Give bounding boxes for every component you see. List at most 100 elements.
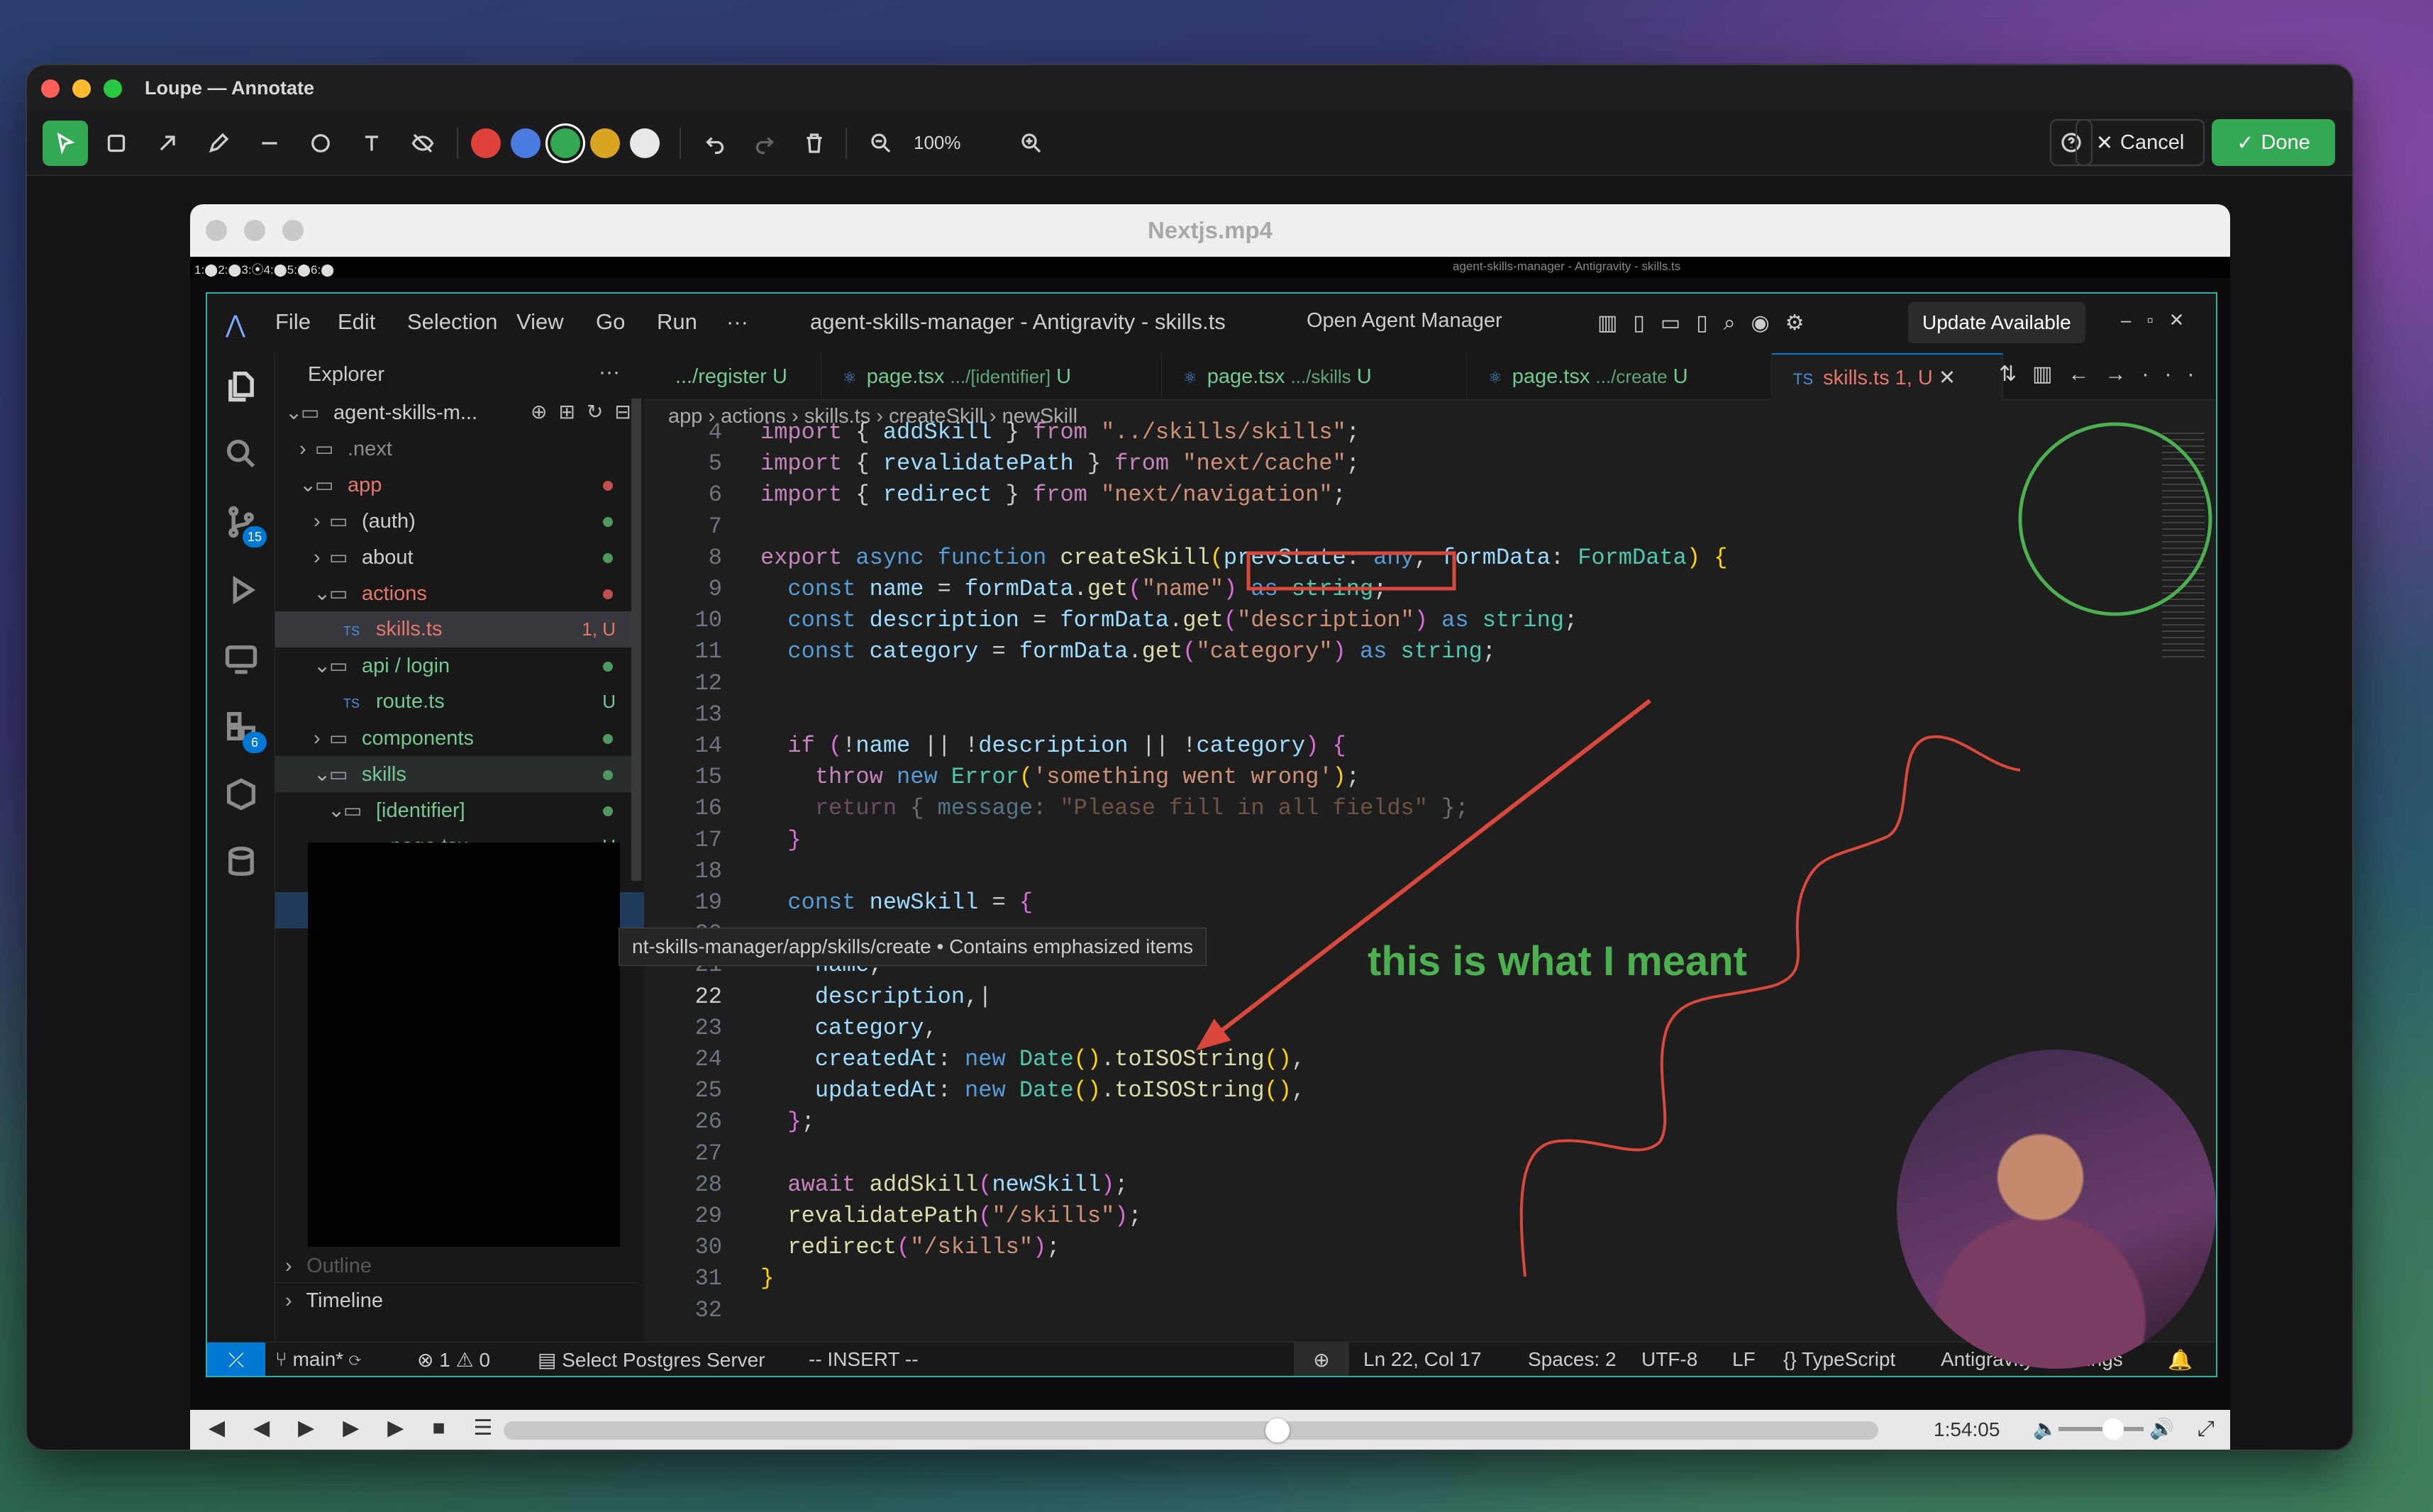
db-status[interactable]: ▤ Select Postgres Server	[538, 1348, 765, 1372]
folder-item[interactable]: ⌄▭ [identifier]	[275, 792, 637, 828]
folder-item[interactable]: › ▭ about	[275, 539, 637, 575]
remote-indicator-icon[interactable]: ⤫	[207, 1343, 265, 1376]
menu-go[interactable]: Go	[596, 309, 625, 335]
menu-file[interactable]: File	[275, 309, 311, 335]
volume-slider[interactable]	[2058, 1427, 2144, 1431]
zoom-dot[interactable]	[104, 79, 122, 98]
update-available-button[interactable]: Update Available	[1908, 302, 2085, 343]
arrow-tool[interactable]	[145, 121, 190, 166]
color-green-swatch[interactable]	[550, 128, 580, 158]
code-line[interactable]: if (!name || !description || !category) …	[760, 730, 1346, 762]
tab-close-icon[interactable]: ✕	[1933, 367, 1956, 389]
code-line[interactable]: await addSkill(newSkill);	[760, 1169, 1128, 1201]
editor-tab[interactable]: ⚛ page.tsx .../create U	[1467, 353, 1772, 400]
cursor-position[interactable]: Ln 22, Col 17	[1363, 1348, 1482, 1371]
editor-tab[interactable]: ⚛ page.tsx .../skills U	[1162, 353, 1467, 400]
fullscreen-icon[interactable]: ⤢	[2198, 1417, 2215, 1441]
code-line[interactable]: return { message: "Please fill in all fi…	[760, 793, 1469, 824]
run-debug-icon[interactable]	[223, 572, 260, 608]
open-agent-manager-button[interactable]: Open Agent Manager	[1307, 309, 1502, 333]
branch-status[interactable]: ⑂ main* ⟳	[275, 1348, 361, 1371]
folder-item[interactable]: › ▭ .next	[275, 430, 637, 467]
bell-icon[interactable]: 🔔	[2168, 1348, 2193, 1372]
search-icon[interactable]	[223, 435, 260, 472]
eol[interactable]: LF	[1732, 1348, 1756, 1371]
code-line[interactable]: createdAt: new Date().toISOString(),	[760, 1044, 1305, 1075]
annotation-text[interactable]: this is what I meant	[1368, 938, 1747, 985]
text-tool[interactable]	[349, 121, 394, 166]
zoom-in-icon[interactable]	[1009, 121, 1054, 166]
seek-handle[interactable]	[1265, 1418, 1290, 1442]
more-actions-icon[interactable]: ···	[599, 360, 620, 384]
color-red-swatch[interactable]	[471, 128, 501, 158]
rectangle-tool[interactable]	[94, 121, 139, 166]
folder-item[interactable]: ⌄▭ actions	[275, 575, 637, 611]
folder-item[interactable]: ⌄▭ app	[275, 467, 637, 503]
timeline-section[interactable]: › Timeline	[275, 1282, 637, 1318]
code-line[interactable]: category,	[760, 1013, 938, 1044]
code-line[interactable]: }	[760, 825, 801, 856]
ellipse-tool[interactable]	[298, 121, 343, 166]
zoom-out-icon[interactable]	[858, 121, 904, 166]
sidebar-scrollbar[interactable]	[631, 399, 641, 881]
database-icon[interactable]	[223, 844, 260, 881]
remote-explorer-icon[interactable]	[223, 640, 260, 677]
folder-item[interactable]: ⌄▭ skills	[275, 756, 637, 792]
trash-icon[interactable]	[792, 121, 837, 166]
seek-bar[interactable]	[504, 1421, 1878, 1440]
code-line[interactable]: };	[760, 1106, 814, 1138]
code-line[interactable]: }	[760, 1263, 774, 1294]
select-tool[interactable]	[43, 121, 88, 166]
volume-handle[interactable]	[2102, 1418, 2124, 1440]
redact-tool[interactable]	[400, 121, 445, 166]
outline-section[interactable]: › Outline	[275, 1248, 637, 1284]
playback-buttons[interactable]: ◀◀▶▶▶■☰	[209, 1416, 521, 1440]
minimap[interactable]	[2162, 433, 2205, 660]
menu-selection[interactable]: Selection	[407, 309, 498, 335]
menu-edit[interactable]: Edit	[338, 309, 375, 335]
pen-tool[interactable]	[196, 121, 241, 166]
folder-item[interactable]: ⌄▭ api / login	[275, 647, 637, 684]
window-controls[interactable]: –▫✕	[2121, 309, 2200, 331]
explorer-icon[interactable]	[223, 367, 260, 404]
close-dot[interactable]	[41, 79, 60, 98]
editor-tab[interactable]: .../register U	[644, 353, 821, 400]
color-blue-swatch[interactable]	[511, 128, 541, 158]
editor-actions[interactable]: ⇅▥←→···	[1999, 362, 2210, 387]
line-tool[interactable]	[247, 121, 292, 166]
color-white-swatch[interactable]	[630, 128, 660, 158]
zoom-status-icon[interactable]: ⊕	[1294, 1343, 1349, 1376]
minimize-dot[interactable]	[72, 79, 91, 98]
code-line[interactable]: const description = formData.get("descri…	[760, 605, 1578, 636]
code-line[interactable]: const category = formData.get("category"…	[760, 636, 1496, 667]
language-mode[interactable]: {} TypeScript	[1783, 1348, 1895, 1371]
indentation[interactable]: Spaces: 2	[1528, 1348, 1617, 1371]
volume-low-icon[interactable]: 🔈	[2033, 1417, 2058, 1440]
code-line[interactable]: description,|	[760, 982, 992, 1013]
editor-tab[interactable]: TS skills.ts 1, U ✕	[1772, 353, 2003, 400]
layout-icons[interactable]: ▥▯▭▯⌕◉⚙	[1597, 311, 1881, 339]
code-line[interactable]: revalidatePath("/skills");	[760, 1201, 1141, 1232]
color-yellow-swatch[interactable]	[590, 128, 620, 158]
code-line[interactable]: import { revalidatePath } from "next/cac…	[760, 448, 1360, 479]
undo-icon[interactable]	[692, 121, 738, 166]
code-line[interactable]: const newSkill = {	[760, 887, 1033, 918]
code-line[interactable]: const name = formData.get("name") as str…	[760, 574, 1387, 605]
done-button[interactable]: ✓ Done	[2212, 119, 2335, 166]
code-line[interactable]: export async function createSkill(prevSt…	[760, 543, 1727, 574]
cancel-button[interactable]: ✕ Cancel	[2075, 119, 2205, 166]
problems-status[interactable]: ⊗ 1 ⚠ 0	[417, 1348, 490, 1372]
code-line[interactable]: redirect("/skills");	[760, 1232, 1060, 1263]
code-line[interactable]: throw new Error('something went wrong');	[760, 762, 1360, 793]
menu-[interactable]: ···	[726, 309, 748, 335]
menu-run[interactable]: Run	[657, 309, 697, 335]
code-line[interactable]: import { redirect } from "next/navigatio…	[760, 479, 1346, 511]
folder-item[interactable]: › ▭ components	[275, 720, 637, 756]
encoding[interactable]: UTF-8	[1641, 1348, 1697, 1371]
code-line[interactable]: updatedAt: new Date().toISOString(),	[760, 1075, 1305, 1106]
editor-tab[interactable]: ⚛ page.tsx .../[identifier] U	[821, 353, 1162, 400]
containers-icon[interactable]	[223, 776, 260, 813]
code-line[interactable]: import { addSkill } from "../skills/skil…	[760, 417, 1360, 448]
file-item[interactable]: TS skills.ts 1, U	[275, 611, 637, 647]
folder-item[interactable]: ⌄▭ agent-skills-m...	[275, 394, 637, 430]
